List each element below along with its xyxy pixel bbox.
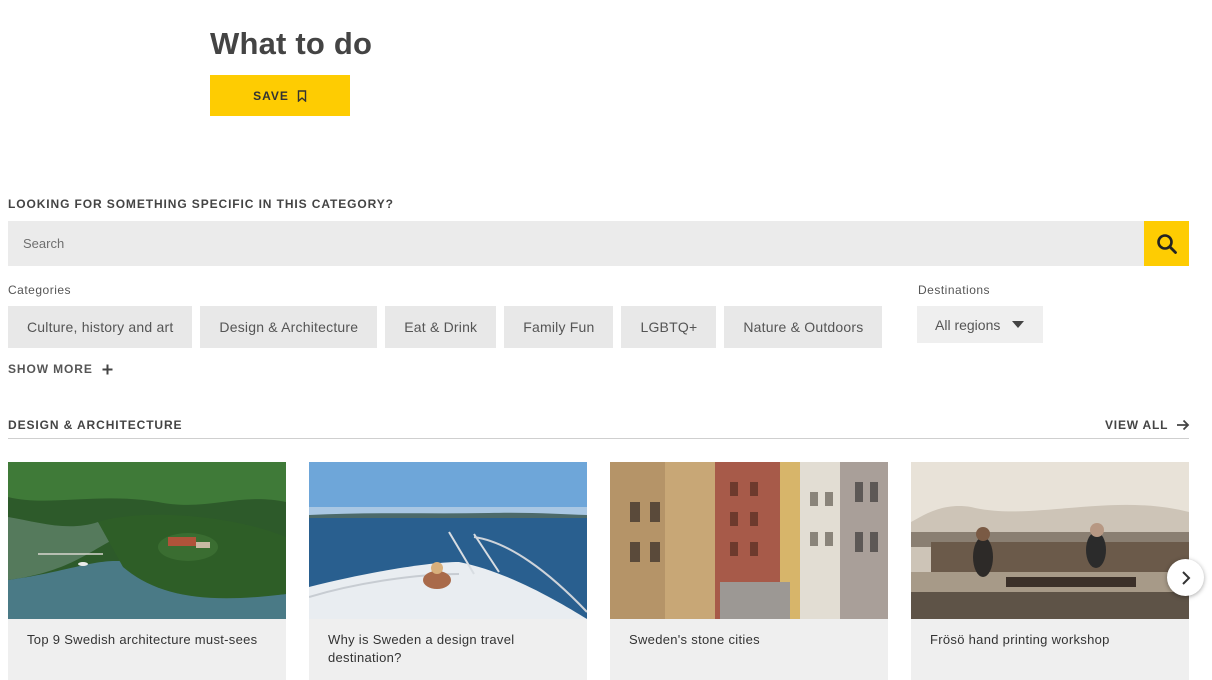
search-input[interactable] [8, 221, 1144, 266]
article-card[interactable]: Top 9 Swedish architecture must-sees [8, 462, 286, 680]
category-chip-lgbtq[interactable]: LGBTQ+ [621, 306, 717, 348]
categories-label: Categories [8, 283, 72, 297]
show-more-label: SHOW MORE [8, 362, 93, 376]
card-image-city-street [610, 462, 888, 619]
bookmark-icon [297, 89, 307, 102]
article-card[interactable]: Why is Sweden a design travel destinatio… [309, 462, 587, 680]
card-title: Frösö hand printing workshop [930, 632, 1110, 647]
show-more-button[interactable]: SHOW MORE [8, 362, 113, 376]
category-chip-family-fun[interactable]: Family Fun [504, 306, 614, 348]
category-chip-nature[interactable]: Nature & Outdoors [724, 306, 883, 348]
card-image-aerial-island [8, 462, 286, 619]
category-chips: Culture, history and art Design & Archit… [8, 306, 883, 348]
view-all-label: VIEW ALL [1105, 418, 1169, 432]
carousel-next-button[interactable] [1167, 559, 1204, 596]
save-button-label: SAVE [253, 88, 289, 103]
chevron-right-icon [1181, 570, 1190, 585]
section-divider [8, 438, 1189, 439]
caret-down-icon [1012, 321, 1025, 328]
card-title: Why is Sweden a design travel destinatio… [328, 632, 515, 665]
article-card[interactable]: Frösö hand printing workshop [911, 462, 1189, 680]
search-button[interactable] [1144, 221, 1189, 266]
view-all-link[interactable]: VIEW ALL [1105, 418, 1190, 432]
destination-select[interactable]: All regions [917, 306, 1043, 343]
destinations-label: Destinations [918, 283, 991, 297]
card-carousel: Top 9 Swedish architecture must-sees Why… [8, 462, 1189, 680]
article-card[interactable]: Sweden's stone cities [610, 462, 888, 680]
save-button[interactable]: SAVE [210, 75, 350, 116]
page-title: What to do [210, 26, 373, 61]
card-image-printing-workshop [911, 462, 1189, 619]
category-chip-eat-drink[interactable]: Eat & Drink [385, 306, 497, 348]
destination-selected-value: All regions [935, 316, 1001, 333]
plus-icon [102, 364, 113, 374]
section-title: DESIGN & ARCHITECTURE [8, 418, 183, 432]
card-image-boat-sea [309, 462, 587, 619]
arrow-right-icon [1177, 419, 1190, 431]
category-chip-culture[interactable]: Culture, history and art [8, 306, 193, 348]
card-title: Sweden's stone cities [629, 632, 760, 647]
search-icon [1156, 233, 1177, 254]
search-label: LOOKING FOR SOMETHING SPECIFIC IN THIS C… [8, 197, 394, 211]
search-bar [8, 221, 1189, 266]
category-chip-design[interactable]: Design & Architecture [200, 306, 378, 348]
card-title: Top 9 Swedish architecture must-sees [27, 632, 258, 647]
